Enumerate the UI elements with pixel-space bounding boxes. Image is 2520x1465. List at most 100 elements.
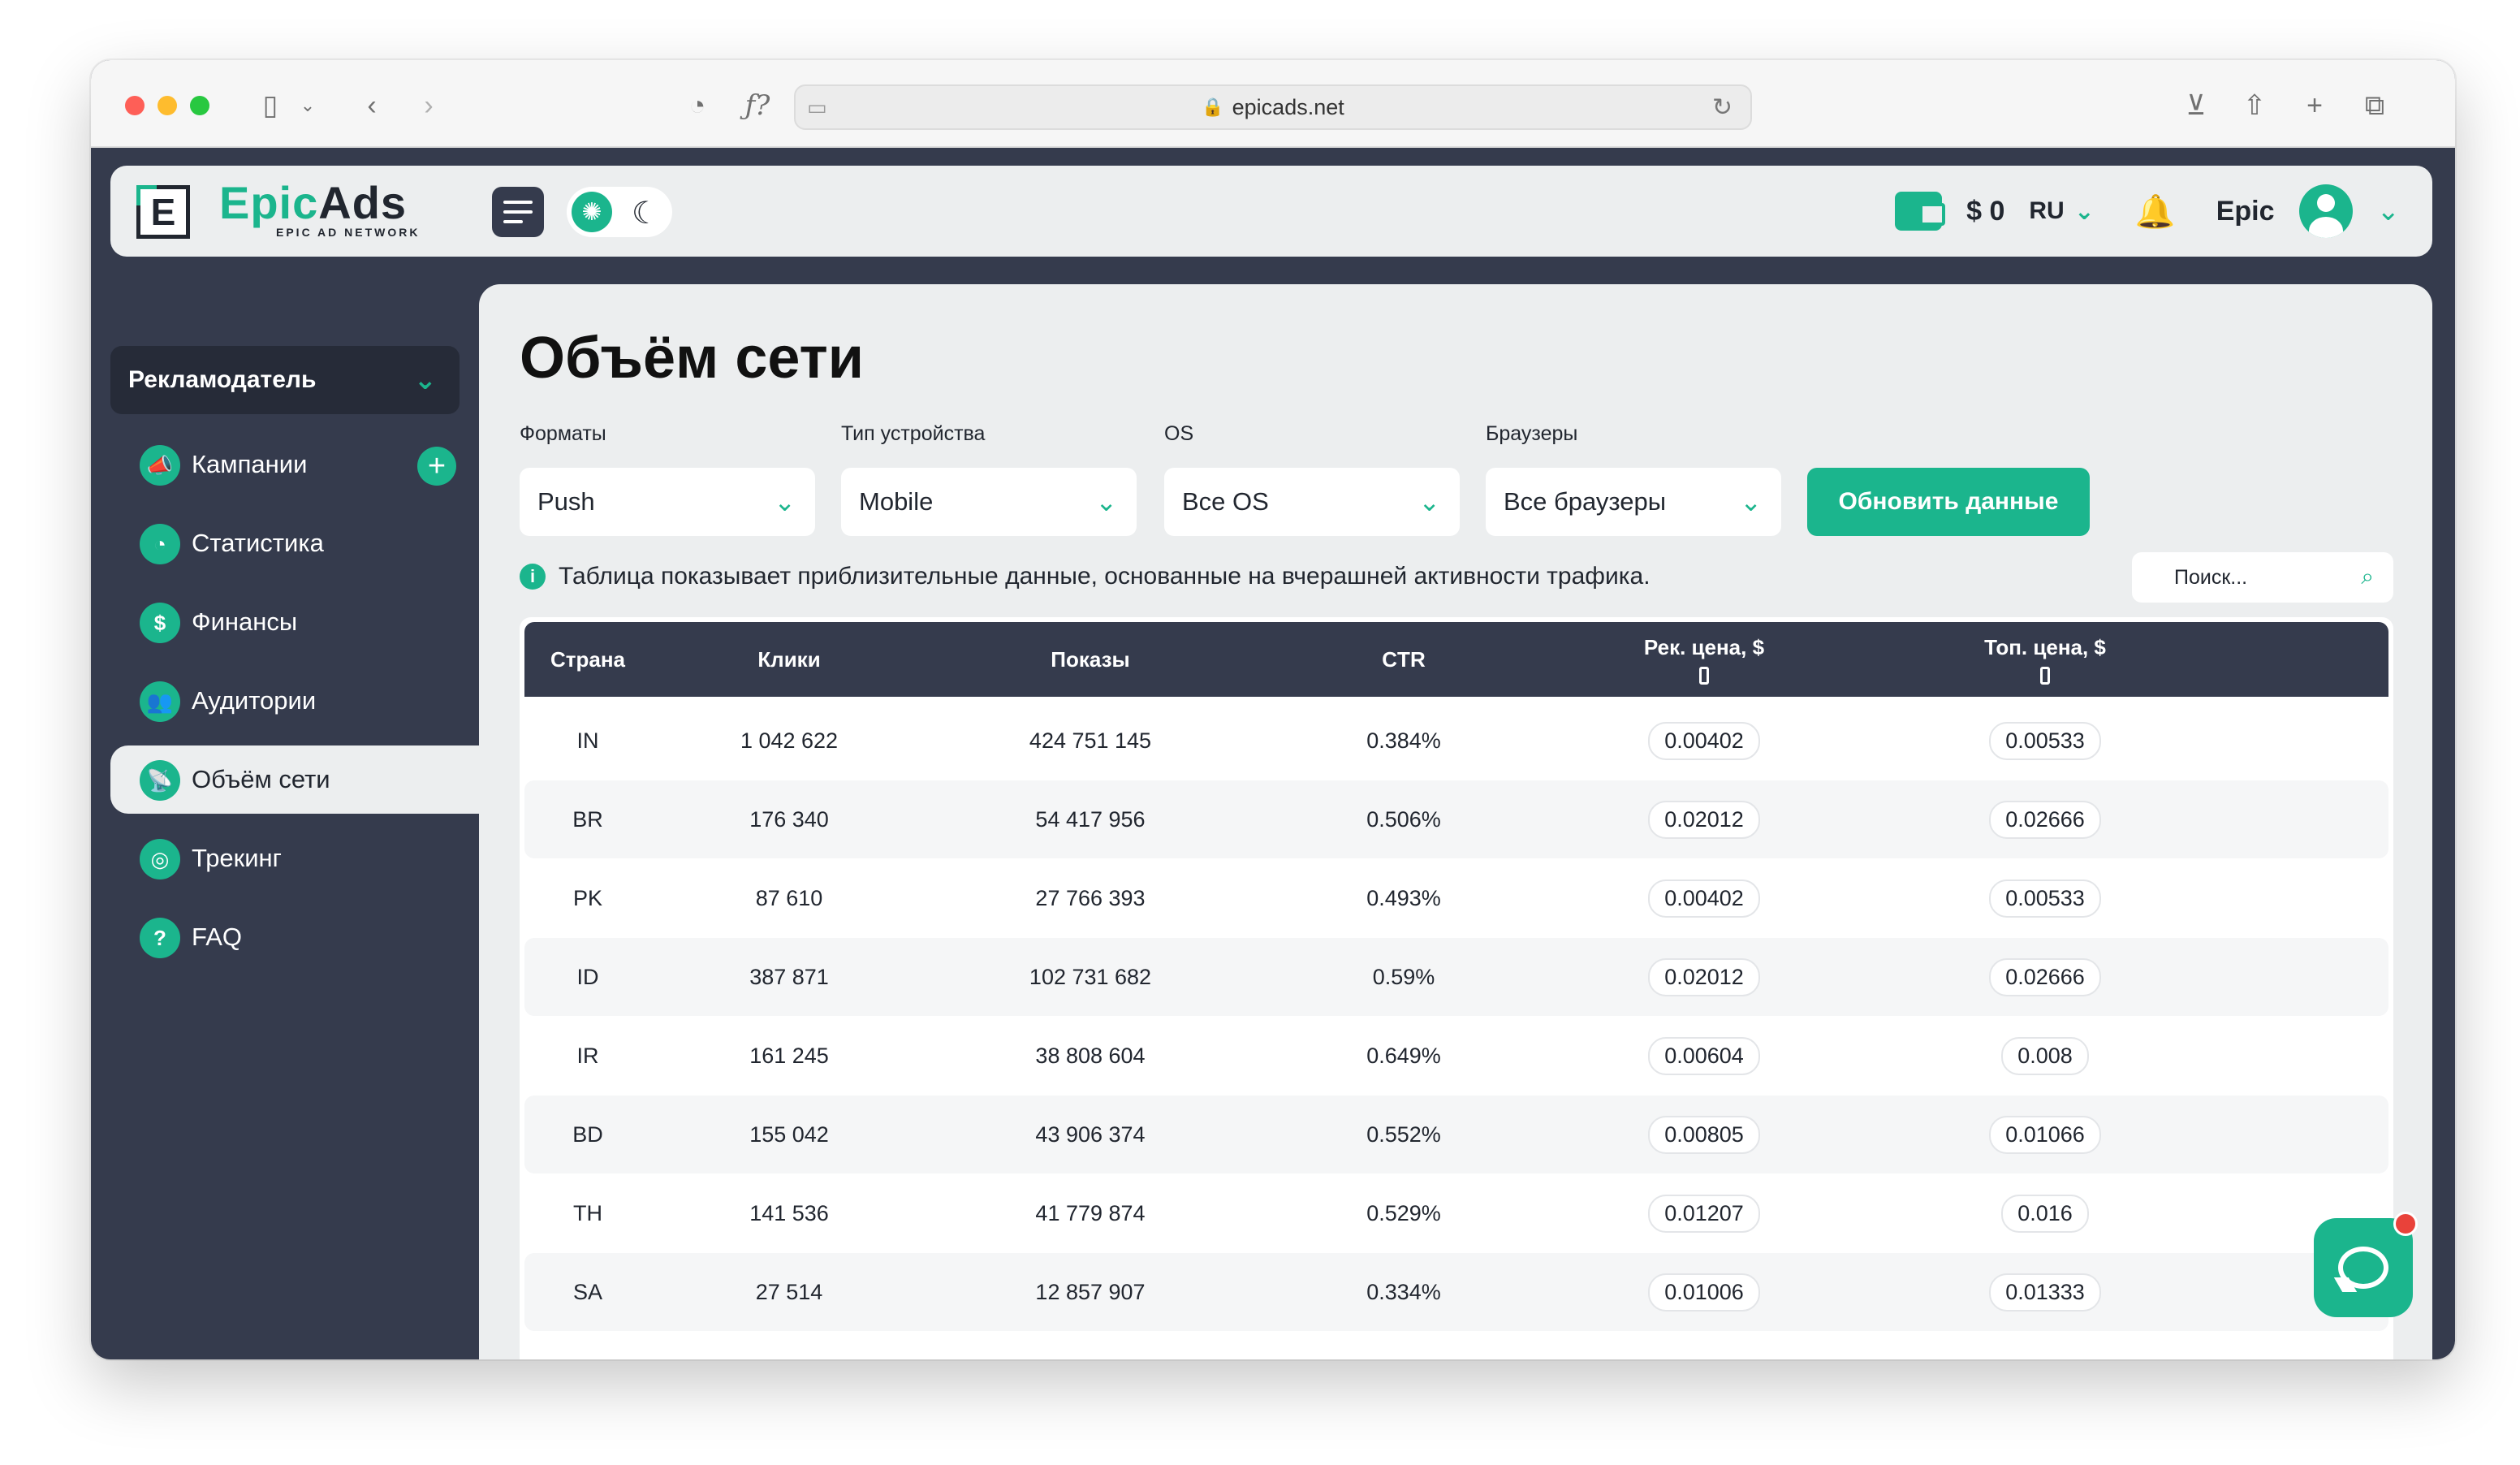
table-cell: ID xyxy=(524,938,651,1016)
table-header: Страна Клики Показы CTR Рек. цена, $ Топ… xyxy=(524,622,2388,697)
table-row: ID 387 871 102 731 682 0.59% 0.02012 0.02666 xyxy=(524,938,2388,1016)
table-cell: 0.506% xyxy=(1254,780,1554,858)
table-cell: 387 871 xyxy=(651,938,927,1016)
close-window-button[interactable] xyxy=(125,96,145,115)
menu-button[interactable] xyxy=(492,187,544,237)
bell-icon[interactable]: 🔔 xyxy=(2135,192,2176,231)
cell-value: 27 766 393 xyxy=(1035,885,1146,910)
table-cell: IN xyxy=(524,702,651,780)
logo-wordmark[interactable]: EpicAds xyxy=(219,180,407,226)
table-cell: 0.02666 xyxy=(1854,938,2236,1016)
info-icon: i xyxy=(520,564,546,590)
forward-icon[interactable]: › xyxy=(412,88,445,123)
role-selector[interactable]: Рекламодатель ⌄ xyxy=(110,346,460,414)
logo-icon[interactable]: E xyxy=(136,185,190,239)
header-actions: $ 0 RU ⌄ 🔔 Epic ⌄ xyxy=(1895,166,2400,257)
table-cell: 102 731 682 xyxy=(927,938,1254,1016)
cell-value: 43 906 374 xyxy=(1035,1121,1146,1147)
cell-value: IN xyxy=(576,728,599,753)
cell-value: BR xyxy=(572,806,603,832)
table-cell: 27 766 393 xyxy=(927,859,1254,937)
formula-icon[interactable]: ƒ? xyxy=(737,88,778,123)
extension-icon[interactable]: ◔ xyxy=(677,88,718,123)
cell-value: 161 245 xyxy=(749,1043,829,1068)
column-header-impressions[interactable]: Показы xyxy=(927,622,1254,697)
mobile-icon xyxy=(1699,666,1709,685)
sidebar-item-faq[interactable]: ? FAQ xyxy=(110,903,479,971)
price-badge: 0.01006 xyxy=(1648,1273,1760,1312)
cell-value: 155 042 xyxy=(749,1121,829,1147)
column-header-top-price[interactable]: Топ. цена, $ xyxy=(1854,622,2236,697)
table-cell: 0.01006 xyxy=(1554,1253,1854,1331)
price-badge: 0.01066 xyxy=(1989,1115,2101,1154)
cell-value: 87 610 xyxy=(755,885,823,910)
address-bar[interactable]: ▭ 🔒 epicads.net ↻ xyxy=(794,84,1752,130)
sidebar-item-tracking[interactable]: ◎ Трекинг xyxy=(110,824,479,892)
lock-icon: 🔒 xyxy=(1202,97,1224,117)
os-select[interactable]: Все OS ⌄ xyxy=(1164,468,1460,536)
cell-value: 176 340 xyxy=(749,806,829,832)
browsers-select[interactable]: Все браузеры ⌄ xyxy=(1486,468,1781,536)
column-header-ctr[interactable]: CTR xyxy=(1254,622,1554,697)
table-cell: BD xyxy=(524,1096,651,1173)
user-name[interactable]: Epic xyxy=(2216,196,2275,227)
new-tab-icon[interactable]: + xyxy=(2294,88,2335,123)
tabs-overview-icon[interactable]: ⧉ xyxy=(2354,88,2395,123)
page-icon: ▭ xyxy=(807,94,827,119)
chevron-down-icon: ⌄ xyxy=(1095,487,1117,516)
app-header: E EpicAds EPIC AD NETWORK ✺ ☾ $ 0 RU ⌄ 🔔… xyxy=(110,166,2432,257)
price-badge: 0.02666 xyxy=(1989,957,2101,996)
table-cell: 141 536 xyxy=(651,1174,927,1252)
maximize-window-button[interactable] xyxy=(190,96,209,115)
table-row: TH 141 536 41 779 874 0.529% 0.01207 0.016 xyxy=(524,1174,2388,1252)
theme-toggle[interactable]: ✺ ☾ xyxy=(567,187,672,237)
sidebar-item-audiences[interactable]: 👥 Аудитории xyxy=(110,667,479,735)
sidebar-item-network-volume[interactable]: 📡 Объём сети xyxy=(110,745,479,814)
table-cell: 41 779 874 xyxy=(927,1174,1254,1252)
add-campaign-button[interactable]: + xyxy=(417,447,456,486)
cell-value: 0.529% xyxy=(1366,1200,1441,1225)
cell-value: 54 417 956 xyxy=(1035,806,1146,832)
refresh-data-button[interactable]: Обновить данные xyxy=(1807,468,2090,536)
moon-icon: ☾ xyxy=(632,197,660,231)
cell-value: 27 514 xyxy=(755,1279,823,1304)
table-cell: 87 610 xyxy=(651,859,927,937)
sidebar-toggle-icon[interactable]: ▯ xyxy=(250,88,291,123)
share-icon[interactable]: ⇧ xyxy=(2234,88,2275,123)
search-icon: ⌕ xyxy=(2361,564,2374,589)
chevron-down-icon: ⌄ xyxy=(774,487,796,516)
chevron-down-icon[interactable]: ⌄ xyxy=(2377,195,2401,227)
table-cell: 0.008 xyxy=(1854,1017,2236,1095)
table-row: IN 1 042 622 424 751 145 0.384% 0.00402 0.005… xyxy=(524,702,2388,780)
sidebar-item-statistics[interactable]: ◔ Статистика xyxy=(110,509,479,577)
language-selector[interactable]: RU ⌄ xyxy=(2029,197,2094,226)
column-header-clicks[interactable]: Клики xyxy=(651,622,927,697)
money-icon: $ xyxy=(140,603,180,643)
cell-value: 0.334% xyxy=(1366,1279,1441,1304)
chat-button[interactable] xyxy=(2314,1212,2418,1317)
avatar[interactable] xyxy=(2298,184,2353,238)
search-input[interactable]: Поиск... ⌕ xyxy=(2132,552,2393,603)
cell-value: 387 871 xyxy=(749,964,829,989)
sidebar-item-campaigns[interactable]: 📣 Кампании + xyxy=(110,430,479,499)
browser-toolbar: ▯ ⌄ ‹ › ◔ ƒ? ▭ 🔒 epicads.net ↻ ⊻ ⇧ + ⧉ xyxy=(91,60,2455,148)
sidebar-item-finance[interactable]: $ Финансы xyxy=(110,588,479,656)
mobile-icon xyxy=(2040,666,2050,685)
minimize-window-button[interactable] xyxy=(158,96,177,115)
url-text: epicads.net xyxy=(1232,94,1344,119)
main-content: Объём сети Форматы Тип устройства OS Бра… xyxy=(479,284,2432,1359)
help-icon: ? xyxy=(140,918,180,958)
download-icon[interactable]: ⊻ xyxy=(2176,88,2216,123)
formats-select[interactable]: Push ⌄ xyxy=(520,468,815,536)
cell-value: TH xyxy=(573,1200,602,1225)
table-cell: 12 857 907 xyxy=(927,1253,1254,1331)
reload-icon[interactable]: ↻ xyxy=(1712,93,1732,122)
device-type-select[interactable]: Mobile ⌄ xyxy=(841,468,1137,536)
cell-value: 38 808 604 xyxy=(1035,1043,1146,1068)
chevron-down-icon[interactable]: ⌄ xyxy=(296,88,320,123)
wallet-icon[interactable] xyxy=(1895,192,1946,231)
back-icon[interactable]: ‹ xyxy=(356,88,388,123)
column-header-rec-price[interactable]: Рек. цена, $ xyxy=(1554,622,1854,697)
column-header-country[interactable]: Страна xyxy=(524,622,651,697)
table-cell: 27 514 xyxy=(651,1253,927,1331)
